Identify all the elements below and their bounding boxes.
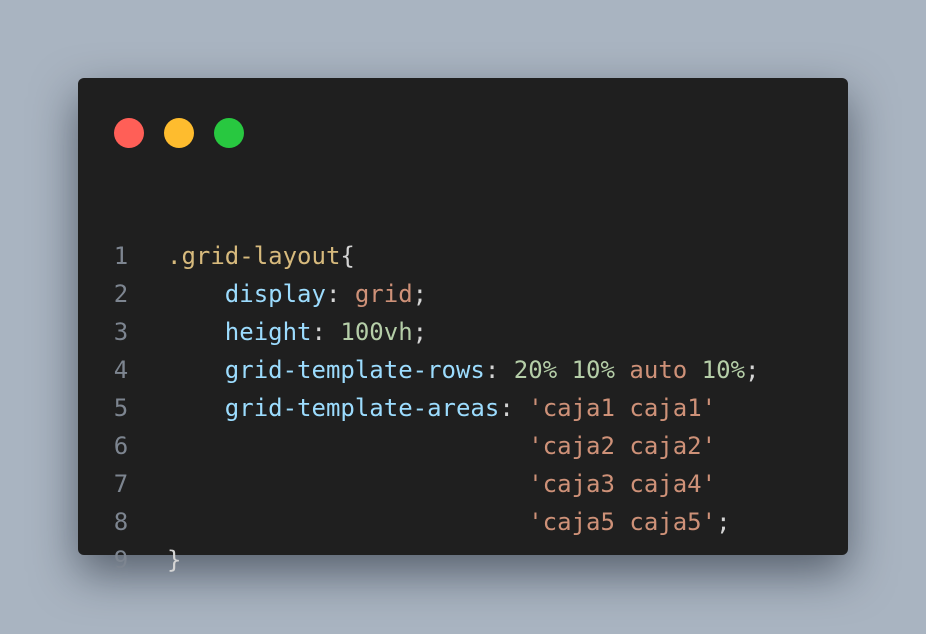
code-token: : bbox=[311, 318, 341, 346]
window-controls bbox=[114, 118, 244, 148]
code-token: auto bbox=[629, 356, 688, 384]
code-text: display: grid; bbox=[167, 275, 427, 313]
code-token: } bbox=[167, 546, 182, 574]
code-token: grid-template-areas bbox=[224, 394, 500, 422]
code-token: 20% bbox=[513, 356, 558, 384]
code-text: } bbox=[167, 541, 181, 579]
code-token: : bbox=[499, 394, 529, 422]
code-text: grid-template-areas: 'caja1 caja1' bbox=[167, 389, 716, 427]
code-text: grid-template-rows: 20% 10% auto 10%; bbox=[167, 351, 760, 389]
maximize-dot-icon[interactable] bbox=[214, 118, 244, 148]
code-text: 'caja5 caja5'; bbox=[167, 503, 731, 541]
code-token: ; bbox=[745, 356, 760, 384]
code-text: 'caja3 caja4' bbox=[167, 465, 716, 503]
code-token: .grid-layout bbox=[167, 242, 341, 270]
line-number: 7 bbox=[113, 470, 129, 498]
code-token: height bbox=[224, 318, 312, 346]
code-window: 1 .grid-layout{2 display: grid; 3 height: … bbox=[78, 78, 848, 574]
line-number: 5 bbox=[113, 394, 129, 422]
code-token: { bbox=[340, 242, 355, 270]
code-token: 'caja2 caja2' bbox=[528, 432, 717, 460]
minimize-dot-icon[interactable] bbox=[164, 118, 194, 148]
line-number: 8 bbox=[113, 508, 129, 536]
code-text: height: 100vh; bbox=[167, 313, 427, 351]
code-token: grid-template-rows bbox=[224, 356, 485, 384]
code-token: 'caja1 caja1' bbox=[528, 394, 717, 422]
code-token: : bbox=[325, 280, 355, 308]
line-number: 6 bbox=[113, 432, 129, 460]
code-text: 'caja2 caja2' bbox=[167, 427, 716, 465]
line-number: 3 bbox=[113, 318, 129, 346]
code-token: display bbox=[224, 280, 326, 308]
code-token: ; bbox=[716, 508, 731, 536]
code-token: 100vh bbox=[340, 318, 413, 346]
code-token: : bbox=[484, 356, 514, 384]
code-token: 10% bbox=[701, 356, 746, 384]
line-number: 2 bbox=[113, 280, 129, 308]
code-token: ; bbox=[412, 280, 428, 308]
code-token: 'caja5 caja5' bbox=[528, 508, 717, 536]
code-token: 'caja3 caja4' bbox=[528, 470, 717, 498]
line-number: 1 bbox=[113, 242, 129, 270]
line-number: 4 bbox=[113, 356, 129, 384]
code-token: ; bbox=[412, 318, 428, 346]
code-token: 10% bbox=[571, 356, 615, 384]
line-number: 9 bbox=[113, 546, 129, 574]
code-text: .grid-layout{ bbox=[167, 237, 355, 275]
close-dot-icon[interactable] bbox=[114, 118, 144, 148]
code-token: grid bbox=[354, 280, 413, 308]
